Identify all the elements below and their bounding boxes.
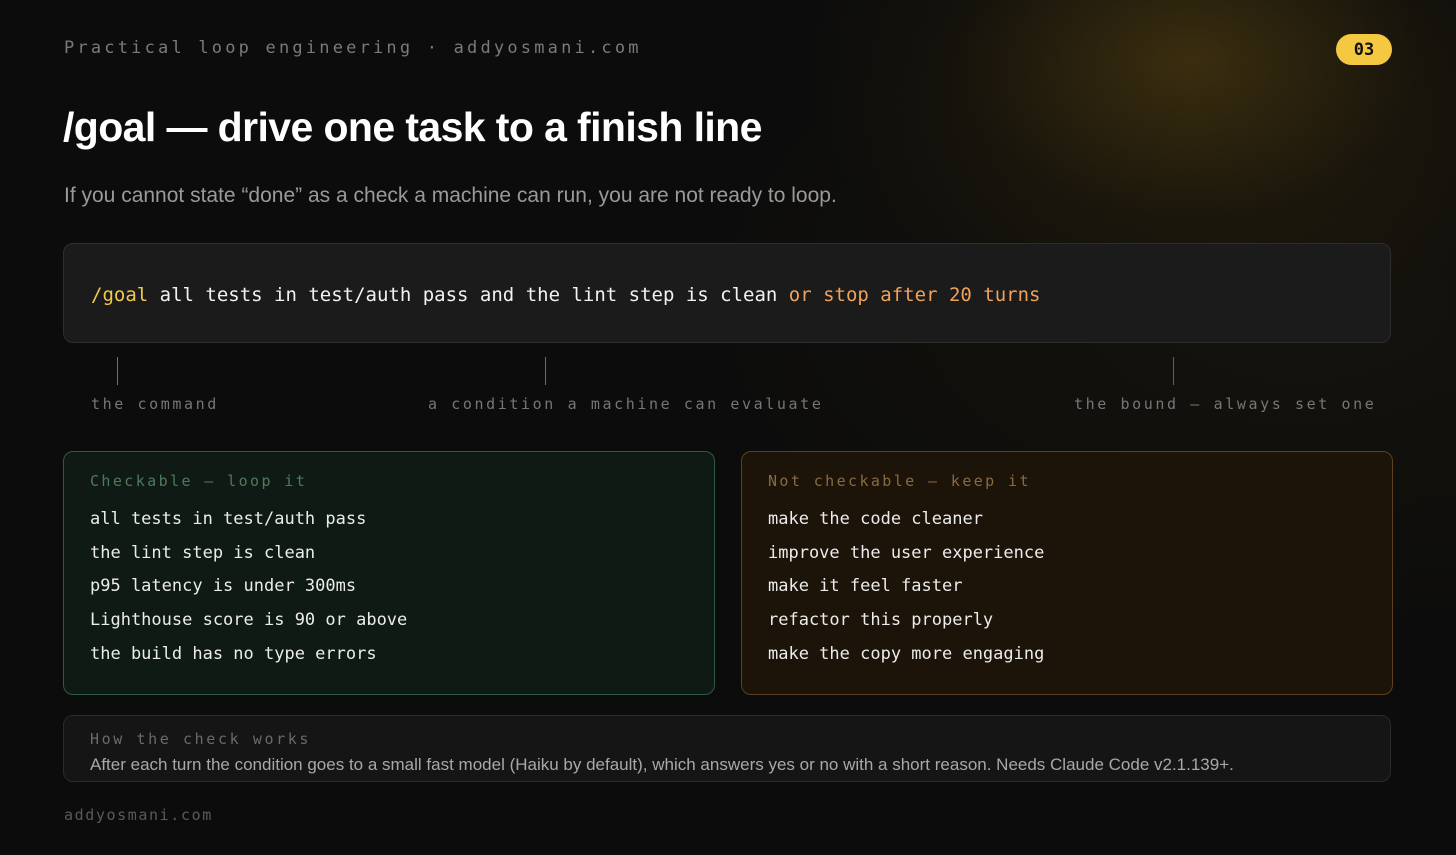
command-keyword: /goal	[91, 284, 149, 306]
command-pointer-line	[117, 357, 118, 385]
not-checkable-item: make the code cleaner	[768, 509, 983, 529]
footer-domain: addyosmani.com	[64, 806, 213, 824]
note-text: After each turn the condition goes to a …	[90, 755, 1234, 774]
checkable-item: p95 latency is under 300ms	[90, 576, 357, 597]
not-checkable-panel: Not checkable — keep it make the code cl…	[741, 451, 1393, 695]
page-subtitle: If you cannot state “done” as a check a …	[64, 184, 837, 207]
slide: Practical loop engineering · addyosmani.…	[0, 0, 1456, 855]
bound-pointer-line	[1173, 357, 1174, 385]
checkable-item: the lint step is clean	[90, 542, 316, 563]
command-condition: all tests in test/auth pass and the lint…	[148, 284, 789, 306]
note-heading: How the check works	[90, 730, 311, 748]
condition-pointer-line	[545, 357, 546, 385]
checkable-item: all tests in test/auth pass	[90, 509, 367, 529]
not-checkable-item: make it feel faster	[768, 576, 963, 597]
not-checkable-item: make the copy more engaging	[768, 643, 1045, 664]
page-number-badge: 03	[1336, 34, 1392, 65]
annotation-condition: a condition a machine can evaluate	[428, 395, 824, 413]
checkable-item: Lighthouse score is 90 or above	[90, 610, 408, 631]
page-title: /goal — drive one task to a finish line	[63, 104, 762, 150]
checkable-panel: Checkable — loop it all tests in test/au…	[63, 451, 715, 695]
not-checkable-list: make the code cleaner improve the user e…	[768, 508, 1044, 676]
command-bound: or stop after 20 turns	[788, 284, 1041, 306]
checkable-item: the build has no type errors	[90, 643, 377, 664]
not-checkable-item: improve the user experience	[768, 542, 1045, 563]
not-checkable-heading: Not checkable — keep it	[768, 472, 1031, 490]
annotation-command: the command	[91, 395, 219, 413]
how-check-works-box: How the check works After each turn the …	[63, 715, 1391, 782]
command-box: /goal all tests in test/auth pass and th…	[63, 243, 1391, 343]
checkable-heading: Checkable — loop it	[90, 472, 308, 490]
command-line: /goal all tests in test/auth pass and th…	[91, 284, 1040, 306]
header-text: Practical loop engineering · addyosmani.…	[64, 38, 642, 58]
checkable-list: all tests in test/auth pass the lint ste…	[90, 508, 407, 676]
not-checkable-item: refactor this properly	[768, 610, 994, 631]
annotation-bound: the bound — always set one	[1074, 395, 1377, 413]
